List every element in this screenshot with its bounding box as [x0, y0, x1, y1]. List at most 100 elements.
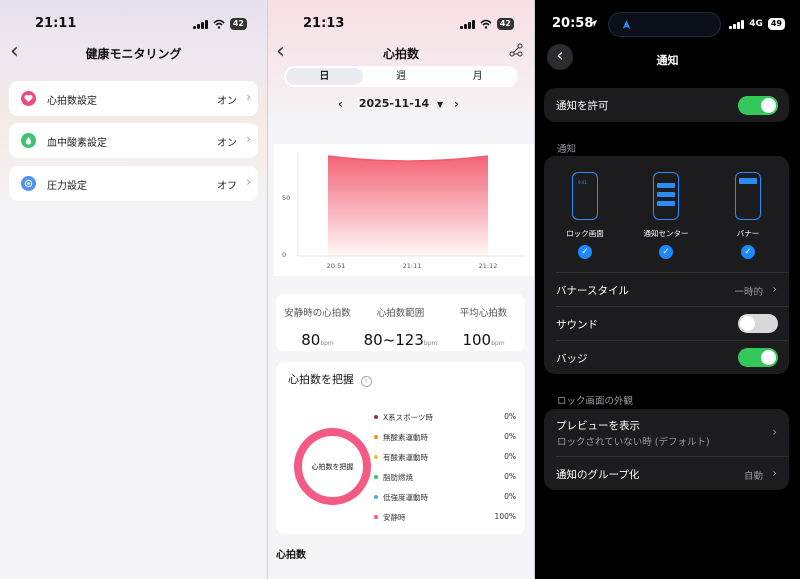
zone-percent: 100%: [494, 512, 516, 521]
battery-icon: 42: [229, 18, 247, 30]
allow-notifications-row: 通知を許可: [544, 88, 789, 122]
check-icon[interactable]: ✓: [578, 245, 592, 259]
heart-rate-settings-item[interactable]: 心拍数設定 オン ›: [9, 81, 258, 116]
preview-value: ロックされていない時 (デフォルト): [557, 437, 710, 448]
heart-icon: [21, 91, 36, 106]
zone-row: X系スポーツ時 0%: [374, 412, 518, 424]
section-lock-appearance: ロック画面の外観: [557, 396, 634, 407]
signal-icon: [729, 19, 745, 29]
notification-settings-screen: 20:58 4G 49 ‹ 通知 通知を許可 通知 9:41 ロック画面 通知セ…: [535, 0, 800, 579]
hr-range-stat: 心拍数範囲 80~123bpm: [359, 294, 442, 349]
sound-row: サウンド: [544, 307, 789, 340]
drop-icon: [21, 133, 36, 148]
preview-label: 通知センター: [643, 229, 689, 238]
zone-name: 有酸素運動時: [383, 453, 428, 462]
section-heading: 心拍数: [276, 550, 306, 561]
ring-label: 心拍数を把握: [311, 462, 354, 471]
chevron-right-icon: ›: [772, 282, 777, 296]
heart-rate-area: [328, 156, 488, 256]
status-time: 21:13: [303, 16, 345, 31]
zone-name: X系スポーツ時: [383, 413, 433, 422]
zone-color-dot: [374, 455, 378, 459]
prev-date-button[interactable]: ‹: [338, 97, 343, 111]
x-tick-label: 21:11: [403, 262, 422, 270]
caret-down-icon[interactable]: ▼: [437, 100, 443, 109]
status-time: 21:11: [35, 16, 77, 31]
health-monitoring-screen: 21:11 42 ‹ 健康モニタリング 心拍数設定 オン › 血中酸素設定 オン…: [0, 0, 267, 579]
allow-notifications-toggle[interactable]: [738, 96, 778, 115]
y-tick-label: 50: [282, 194, 290, 202]
zone-name: 低強度運動時: [383, 493, 428, 502]
check-icon[interactable]: ✓: [659, 245, 673, 259]
stat-unit: bpm: [491, 340, 505, 347]
avg-hr-stat: 平均心拍数 100bpm: [442, 294, 525, 349]
period-tabs: 日 週 月: [284, 66, 518, 87]
next-date-button[interactable]: ›: [454, 97, 459, 111]
item-value: オフ: [217, 181, 237, 192]
x-tick-label: 21:12: [479, 262, 498, 270]
chevron-right-icon: ›: [246, 175, 251, 189]
tab-day[interactable]: 日: [286, 68, 363, 85]
zone-color-dot: [374, 475, 378, 479]
zone-color-dot: [374, 495, 378, 499]
heart-rate-screen: 21:13 42 ‹ 心拍数 日 週 月 ‹ 2025-11-14 ▼ › 50…: [268, 0, 534, 579]
current-date[interactable]: 2025-11-14: [359, 97, 429, 110]
tab-week[interactable]: 週: [363, 68, 440, 85]
chart-svg: 50 0 20:51 21:11 21:12: [282, 152, 526, 270]
zone-color-dot: [374, 415, 378, 419]
network-label: 4G: [749, 19, 763, 29]
zone-row: 脂肪燃焼 0%: [374, 472, 518, 484]
stat-unit: bpm: [320, 340, 334, 347]
notification-center-preview-icon[interactable]: [653, 172, 679, 220]
preview-label: ロック画面: [566, 229, 604, 238]
check-icon[interactable]: ✓: [741, 245, 755, 259]
preview-label: プレビューを表示: [556, 420, 640, 432]
zones-title: 心拍数を把握: [288, 373, 354, 386]
chevron-right-icon: ›: [246, 90, 251, 104]
item-label: 血中酸素設定: [47, 138, 107, 149]
stress-settings-item[interactable]: 圧力設定 オフ ›: [9, 166, 258, 201]
chevron-right-icon: ›: [772, 425, 777, 439]
navigation-arrow-icon: [622, 20, 631, 29]
zone-row: 低強度運動時 0%: [374, 492, 518, 504]
blood-oxygen-settings-item[interactable]: 血中酸素設定 オン ›: [9, 123, 258, 158]
lock-screen-preview-icon[interactable]: 9:41: [572, 172, 598, 220]
banner-preview-icon[interactable]: [735, 172, 761, 220]
page-title: 健康モニタリング: [85, 47, 182, 61]
hr-zones-card: 心拍数を把握 i 心拍数を把握 X系スポーツ時 0% 無酸素運動時 0% 有酸素運動時 0…: [276, 362, 525, 534]
badge-row: バッジ: [544, 341, 789, 374]
item-label: 心拍数設定: [47, 96, 97, 107]
stat-unit: bpm: [423, 340, 438, 347]
item-value: オン: [217, 96, 237, 107]
banner-style-row[interactable]: バナースタイル 一時的 ›: [544, 273, 789, 306]
stat-value: 80: [301, 331, 321, 349]
stat-title: 安静時の心拍数: [284, 308, 351, 319]
stress-icon: [21, 176, 36, 191]
wifi-icon: [480, 19, 492, 29]
group-value: 自動: [743, 471, 763, 482]
tab-month[interactable]: 月: [439, 68, 516, 85]
zone-percent: 0%: [504, 452, 516, 461]
resting-hr-stat: 安静時の心拍数 80bpm: [276, 294, 359, 349]
zone-name: 安静時: [383, 513, 406, 522]
info-icon[interactable]: i: [360, 376, 372, 387]
x-tick-label: 20:51: [327, 262, 346, 270]
section-notify: 通知: [557, 144, 577, 155]
location-arrow-icon: [589, 19, 598, 28]
share-icon[interactable]: [509, 43, 523, 57]
zone-percent: 0%: [504, 412, 516, 421]
badge-toggle[interactable]: [738, 348, 778, 367]
status-time: 20:58: [552, 16, 594, 31]
banner-style-value: 一時的: [734, 287, 763, 298]
zone-name: 無酸素運動時: [383, 433, 428, 442]
group-notifications-row[interactable]: 通知のグループ化 自動 ›: [544, 457, 789, 490]
sound-toggle[interactable]: [738, 314, 778, 333]
chevron-right-icon: ›: [772, 466, 777, 480]
show-preview-row[interactable]: プレビューを表示 ロックされていない時 (デフォルト) ›: [544, 409, 789, 456]
y-tick-label: 0: [282, 251, 286, 259]
zone-row: 無酸素運動時 0%: [374, 432, 518, 444]
zone-color-dot: [374, 515, 378, 519]
zone-row: 安静時 100%: [374, 512, 518, 524]
status-bar: 21:13 42: [268, 16, 534, 34]
stat-title: 心拍数範囲: [376, 308, 425, 319]
